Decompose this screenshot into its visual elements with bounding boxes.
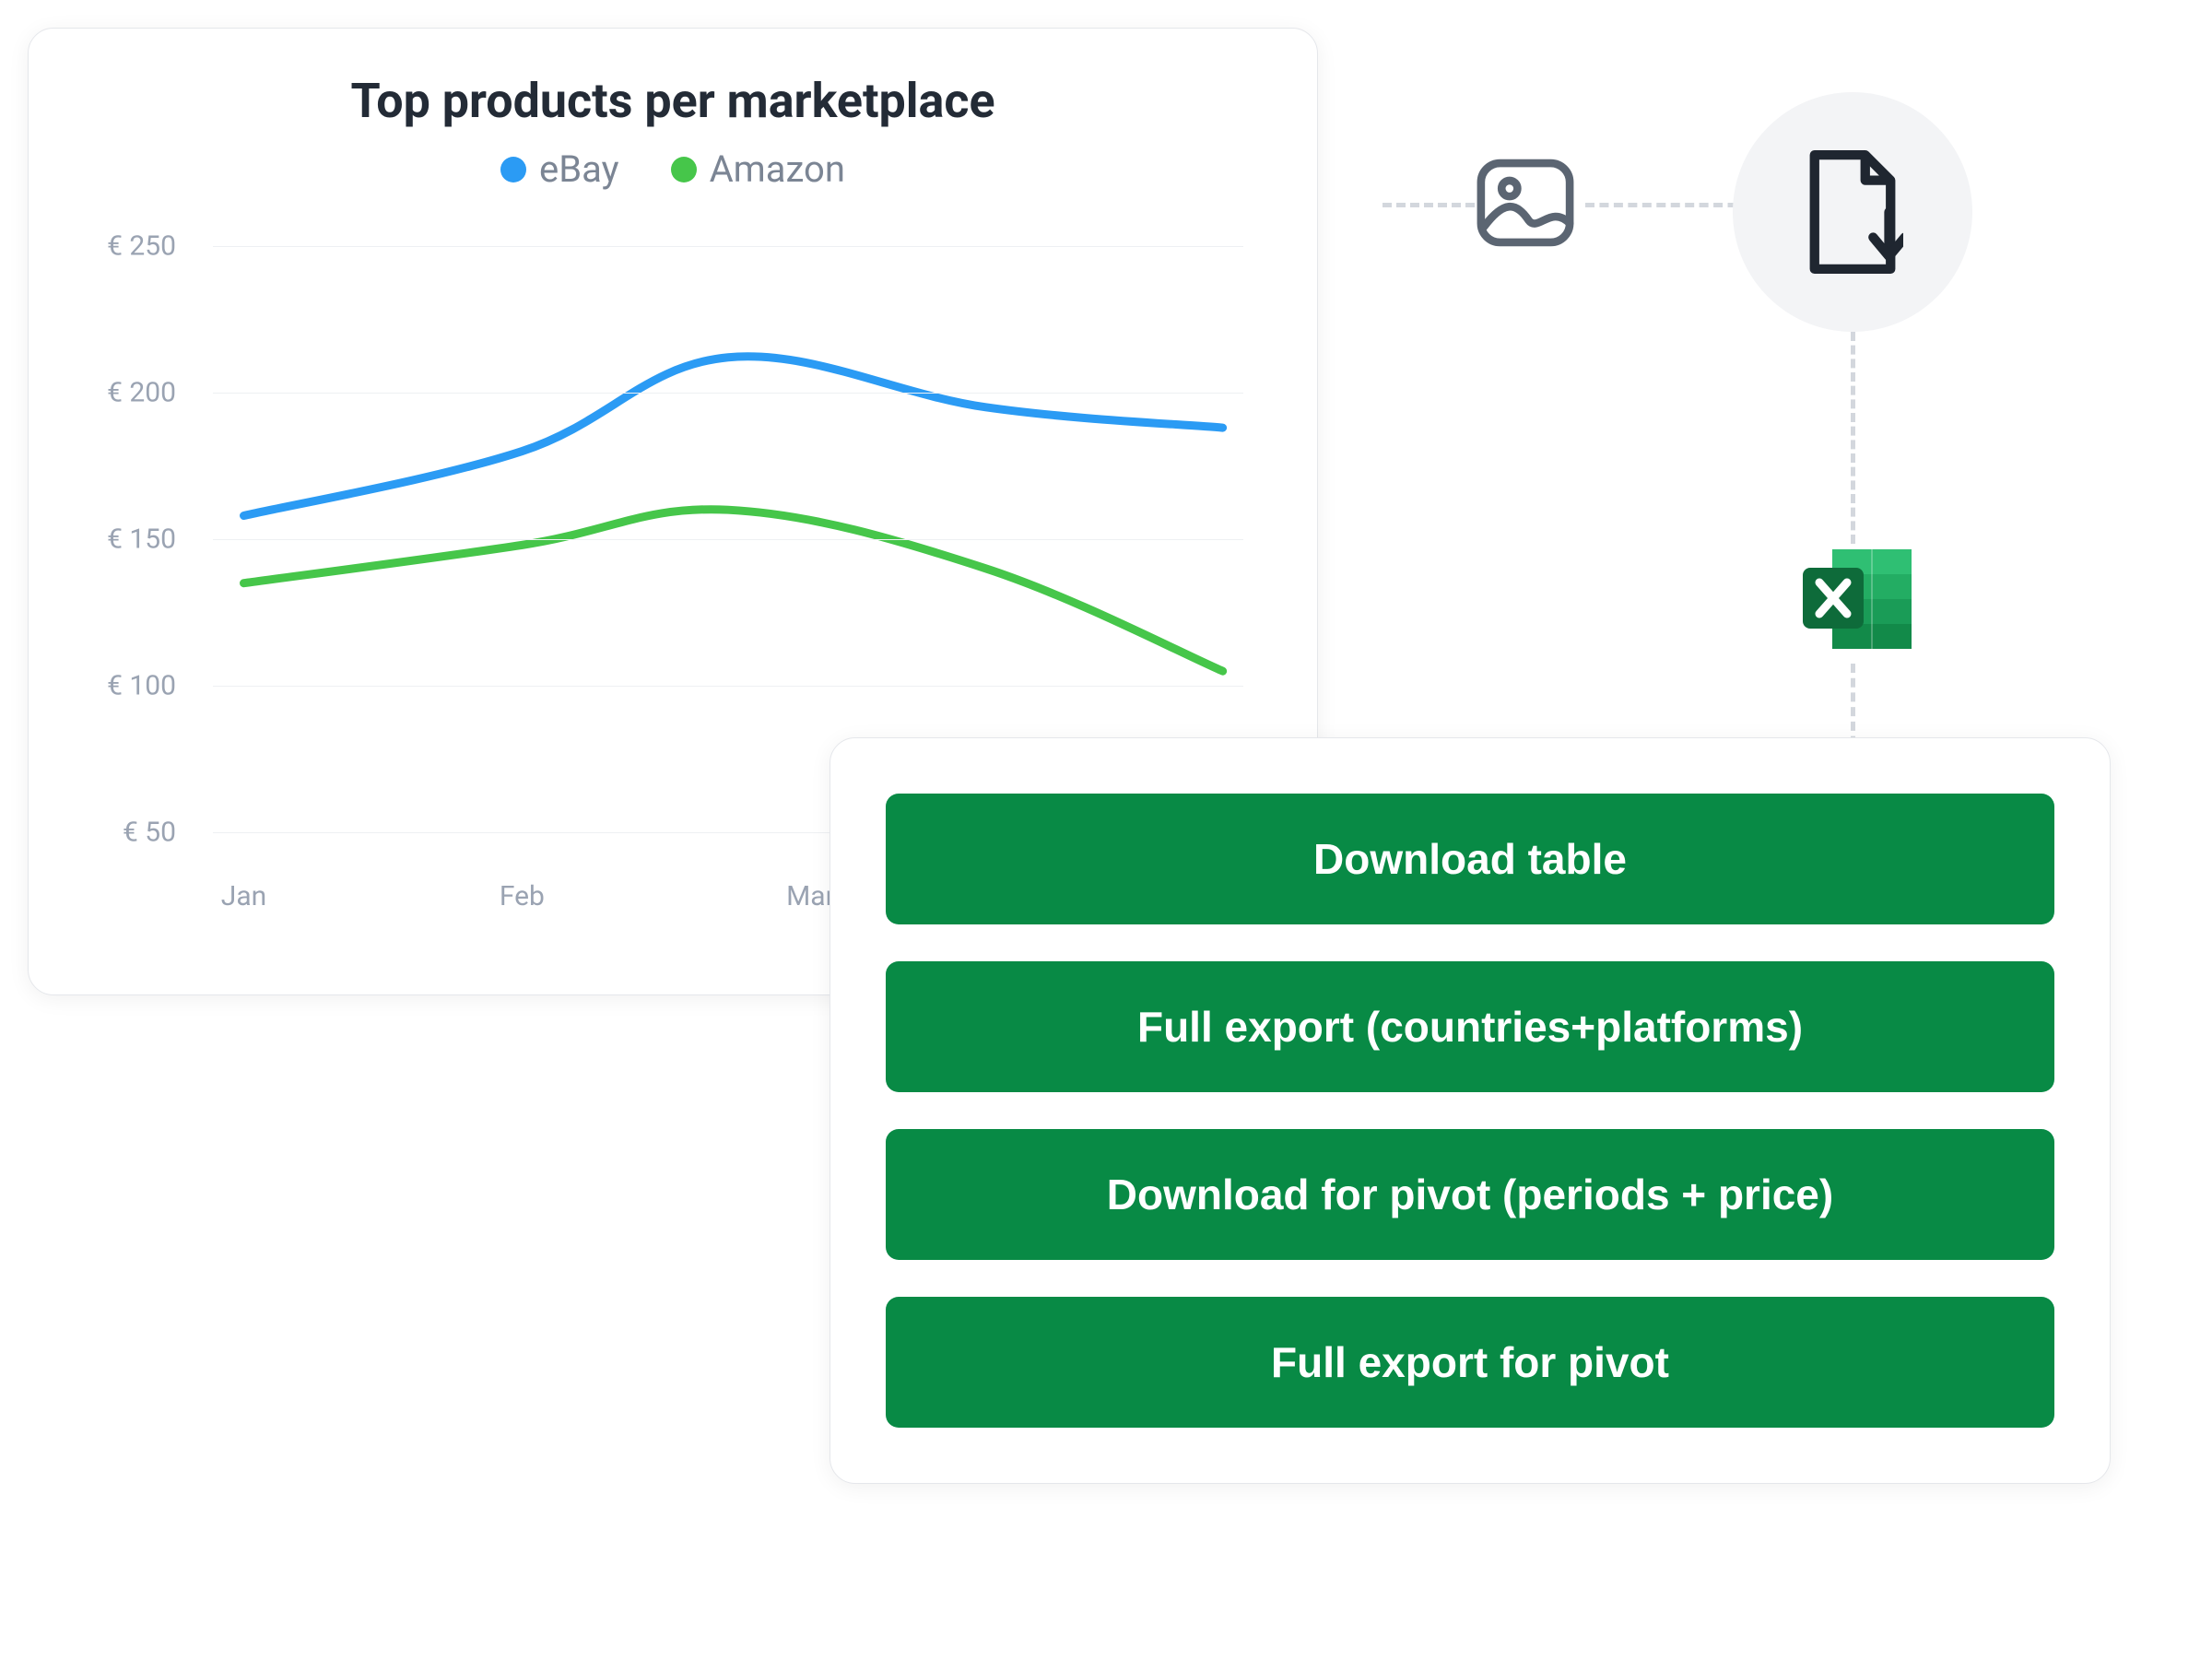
y-tick-label: € 50: [123, 817, 176, 849]
grid-line: [213, 539, 1243, 540]
chart-line-ebay: [244, 357, 1223, 516]
image-icon: [1475, 157, 1576, 249]
export-flow-diagram: [1382, 111, 2138, 737]
legend-dot-ebay: [500, 157, 526, 182]
connector-line: [1382, 203, 1475, 207]
legend-item-amazon: Amazon: [671, 147, 845, 191]
x-tick-label: Feb: [500, 880, 545, 912]
connector-line: [1851, 332, 1855, 544]
chart-title: Top products per marketplace: [84, 73, 1262, 129]
grid-line: [213, 246, 1243, 247]
legend-label-ebay: eBay: [539, 147, 619, 191]
download-table-button[interactable]: Download table: [886, 794, 2054, 924]
excel-icon: [1797, 544, 1917, 654]
y-tick-label: € 150: [107, 524, 176, 556]
x-tick-label: Mar: [786, 880, 835, 912]
legend-label-amazon: Amazon: [710, 147, 845, 191]
legend-dot-amazon: [671, 157, 697, 182]
y-tick-label: € 250: [107, 229, 176, 262]
grid-line: [213, 393, 1243, 394]
file-download-icon[interactable]: [1733, 92, 1972, 332]
legend-item-ebay: eBay: [500, 147, 619, 191]
full-export-pivot-button[interactable]: Full export for pivot: [886, 1297, 2054, 1428]
chart-legend: eBay Amazon: [84, 147, 1262, 191]
connector-line: [1585, 203, 1751, 207]
grid-line: [213, 686, 1243, 687]
export-options-card: Download table Full export (countries+pl…: [830, 737, 2111, 1484]
x-tick-label: Jan: [221, 880, 266, 912]
chart-line-amazon: [244, 510, 1223, 671]
chart-y-axis: € 50 € 100 € 150 € 200 € 250: [84, 217, 194, 862]
full-export-countries-platforms-button[interactable]: Full export (countries+platforms): [886, 961, 2054, 1092]
download-pivot-periods-price-button[interactable]: Download for pivot (periods + price): [886, 1129, 2054, 1260]
y-tick-label: € 200: [107, 376, 176, 408]
y-tick-label: € 100: [107, 670, 176, 702]
